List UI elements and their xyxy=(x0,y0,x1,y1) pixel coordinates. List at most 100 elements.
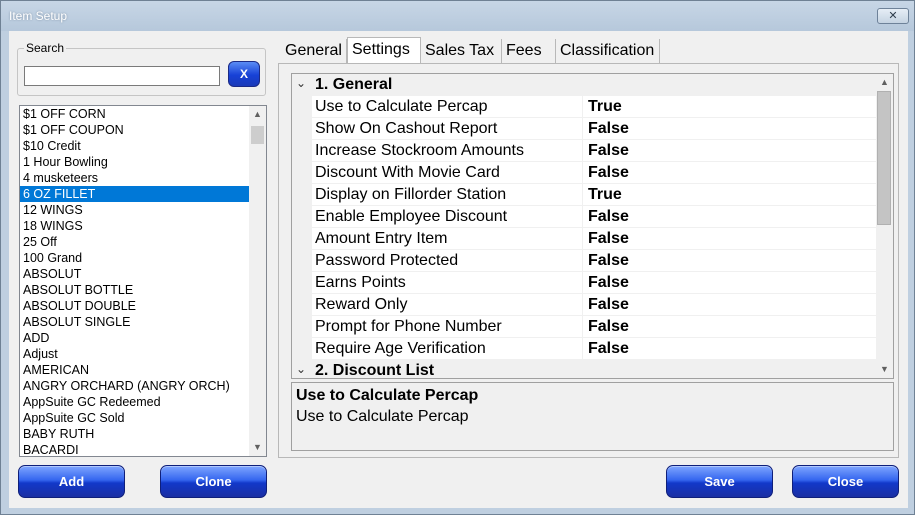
property-row-gutter xyxy=(292,140,312,162)
title-bar[interactable]: Item Setup ✕ xyxy=(1,1,914,31)
property-column-divider xyxy=(582,162,583,184)
property-value[interactable]: False xyxy=(588,340,629,358)
tab-general[interactable]: General xyxy=(281,39,347,63)
property-name: Require Age Verification xyxy=(315,340,486,357)
property-name: Use to Calculate Percap xyxy=(315,98,488,115)
save-button[interactable]: Save xyxy=(666,465,773,498)
property-column-divider xyxy=(582,228,583,250)
list-item[interactable]: 4 musketeers xyxy=(20,170,249,186)
property-value[interactable]: False xyxy=(588,230,629,248)
list-item[interactable]: ABSOLUT BOTTLE xyxy=(20,282,249,298)
category-general[interactable]: ⌄ 1. General xyxy=(292,74,877,96)
property-value[interactable]: False xyxy=(588,164,629,182)
clear-search-button[interactable]: X xyxy=(228,61,260,87)
list-item[interactable]: 1 Hour Bowling xyxy=(20,154,249,170)
property-column-divider xyxy=(582,96,583,118)
close-button[interactable]: Close xyxy=(792,465,899,498)
property-name: Enable Employee Discount xyxy=(315,208,508,225)
list-item[interactable]: ANGRY ORCHARD (ANGRY ORCH) xyxy=(20,378,249,394)
property-value[interactable]: False xyxy=(588,142,629,160)
property-name: Password Protected xyxy=(315,252,459,269)
add-button[interactable]: Add xyxy=(18,465,125,498)
category-discount-list[interactable]: ⌄ 2. Discount List xyxy=(292,360,877,379)
property-row[interactable]: Increase Stockroom Amounts False xyxy=(292,140,877,162)
scroll-up-icon[interactable]: ▲ xyxy=(876,74,893,91)
property-row[interactable]: Enable Employee Discount False xyxy=(292,206,877,228)
list-item[interactable]: ABSOLUT DOUBLE xyxy=(20,298,249,314)
property-column-divider xyxy=(582,316,583,338)
tab-sales-tax[interactable]: Sales Tax xyxy=(421,39,502,63)
tab-settings[interactable]: Settings xyxy=(347,37,421,64)
property-row[interactable]: Reward Only False xyxy=(292,294,877,316)
chevron-down-icon[interactable]: ⌄ xyxy=(296,76,306,90)
item-list[interactable]: $1 OFF CORN $1 OFF COUPON $10 Credit 1 Hour… xyxy=(19,105,267,457)
list-item[interactable]: ADD xyxy=(20,330,249,346)
property-row-gutter xyxy=(292,250,312,272)
property-value[interactable]: False xyxy=(588,318,629,336)
window-close-button[interactable]: ✕ xyxy=(877,8,909,24)
chevron-down-icon[interactable]: ⌄ xyxy=(296,362,306,376)
property-row-gutter xyxy=(292,272,312,294)
list-item[interactable]: Adjust xyxy=(20,346,249,362)
property-name: Reward Only xyxy=(315,296,408,313)
list-item[interactable]: $1 OFF COUPON xyxy=(20,122,249,138)
property-row[interactable]: Require Age Verification False xyxy=(292,338,877,360)
close-icon: ✕ xyxy=(888,10,898,22)
property-row-gutter xyxy=(292,206,312,228)
property-row[interactable]: Display on Fillorder Station True xyxy=(292,184,877,206)
item-list-scrollbar[interactable]: ▲ ▼ xyxy=(249,106,266,456)
list-item[interactable]: $10 Credit xyxy=(20,138,249,154)
client-area: Search X $1 OFF CORN $1 OFF COUPON $10 Cre… xyxy=(9,31,908,508)
list-item[interactable]: 6 OZ FILLET xyxy=(20,186,249,202)
scroll-down-icon[interactable]: ▼ xyxy=(249,439,266,456)
property-row-gutter xyxy=(292,316,312,338)
list-item[interactable]: 25 Off xyxy=(20,234,249,250)
property-value[interactable]: False xyxy=(588,252,629,270)
property-row[interactable]: Prompt for Phone Number False xyxy=(292,316,877,338)
property-value[interactable]: False xyxy=(588,120,629,138)
property-value[interactable]: False xyxy=(588,208,629,226)
list-item[interactable]: 12 WINGS xyxy=(20,202,249,218)
category-label: 2. Discount List xyxy=(315,362,435,379)
property-row-gutter xyxy=(292,338,312,360)
list-item[interactable]: AMERICAN xyxy=(20,362,249,378)
property-description-text: Use to Calculate Percap xyxy=(296,408,469,425)
property-grid[interactable]: ⌄ 1. General Use to Calculate Percap True Sh… xyxy=(291,73,894,379)
property-value[interactable]: True xyxy=(588,98,622,116)
property-value[interactable]: False xyxy=(588,274,629,292)
tab-fees[interactable]: Fees xyxy=(502,39,556,63)
property-column-divider xyxy=(582,272,583,294)
property-value[interactable]: False xyxy=(588,296,629,314)
list-item[interactable]: AppSuite GC Redeemed xyxy=(20,394,249,410)
property-row[interactable]: Password Protected False xyxy=(292,250,877,272)
property-name: Earns Points xyxy=(315,274,406,291)
property-row[interactable]: Amount Entry Item False xyxy=(292,228,877,250)
item-list-scroll-thumb[interactable] xyxy=(251,126,264,144)
list-item[interactable]: BACARDI xyxy=(20,442,249,456)
property-value[interactable]: True xyxy=(588,186,622,204)
property-name: Show On Cashout Report xyxy=(315,120,498,137)
list-item[interactable]: 100 Grand xyxy=(20,250,249,266)
scroll-down-icon[interactable]: ▼ xyxy=(876,361,893,378)
list-item[interactable]: 18 WINGS xyxy=(20,218,249,234)
property-row[interactable]: Show On Cashout Report False xyxy=(292,118,877,140)
tab-classification[interactable]: Classification xyxy=(556,39,660,63)
property-row-gutter xyxy=(292,96,312,118)
clone-button[interactable]: Clone xyxy=(160,465,267,498)
property-row[interactable]: Earns Points False xyxy=(292,272,877,294)
list-item[interactable]: BABY RUTH xyxy=(20,426,249,442)
property-name: Discount With Movie Card xyxy=(315,164,500,181)
property-row[interactable]: Use to Calculate Percap True xyxy=(292,96,877,118)
list-item[interactable]: $1 OFF CORN xyxy=(20,106,249,122)
property-row-gutter xyxy=(292,184,312,206)
list-item[interactable]: AppSuite GC Sold xyxy=(20,410,249,426)
list-item[interactable]: ABSOLUT xyxy=(20,266,249,282)
scroll-up-icon[interactable]: ▲ xyxy=(249,106,266,123)
property-row-gutter xyxy=(292,228,312,250)
property-grid-scroll-thumb[interactable] xyxy=(877,91,891,225)
search-input[interactable] xyxy=(24,66,220,86)
property-grid-scrollbar[interactable]: ▲ ▼ xyxy=(876,74,893,378)
list-item[interactable]: ABSOLUT SINGLE xyxy=(20,314,249,330)
property-name: Increase Stockroom Amounts xyxy=(315,142,524,159)
property-row[interactable]: Discount With Movie Card False xyxy=(292,162,877,184)
